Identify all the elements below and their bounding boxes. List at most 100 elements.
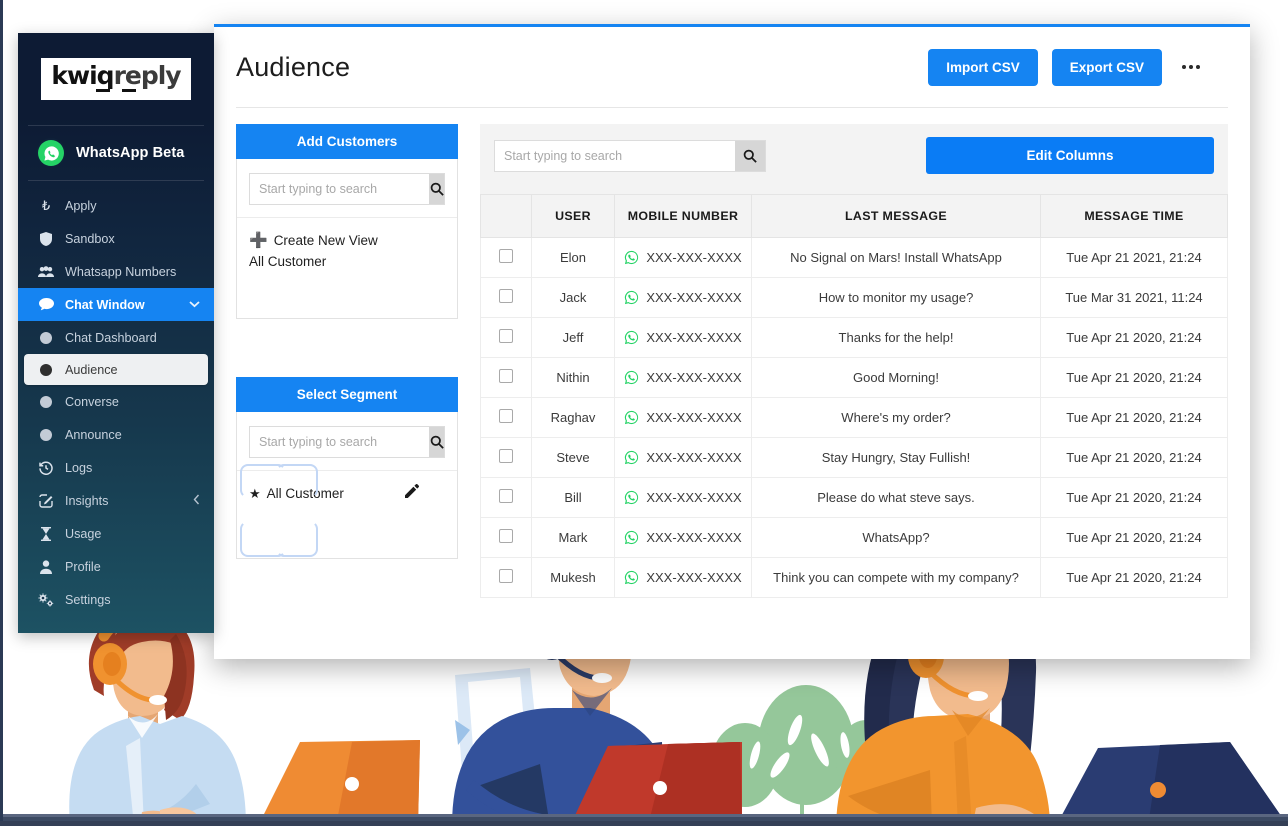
select-segment-search-row	[237, 412, 457, 471]
whatsapp-icon	[624, 370, 639, 385]
sidebar-item-label: Usage	[65, 527, 101, 541]
create-new-view-label: Create New View	[274, 230, 378, 251]
sidebar-nav: ₺ Apply Sandbox Whatsapp Numbers Chat W	[18, 181, 214, 616]
table-header: USER MOBILE NUMBER LAST MESSAGE MESSAGE …	[481, 195, 1228, 238]
loading-placeholder-bottom-right	[276, 521, 318, 557]
search-icon[interactable]	[429, 174, 444, 204]
more-options-icon[interactable]	[1176, 59, 1206, 75]
row-select-cell	[481, 438, 532, 478]
row-select-cell	[481, 558, 532, 598]
column-header-message-time: MESSAGE TIME	[1041, 195, 1228, 238]
select-segment-title[interactable]: Select Segment	[236, 377, 458, 412]
import-csv-button[interactable]: Import CSV	[928, 49, 1038, 86]
row-mobile-text: XXX-XXX-XXXX	[646, 250, 741, 265]
row-user-cell: Steve	[532, 438, 615, 478]
sidebar-item-chat-window[interactable]: Chat Window	[18, 288, 214, 321]
sidebar-item-logs[interactable]: Logs	[18, 451, 214, 484]
row-message-cell: Please do what steve says.	[752, 478, 1041, 518]
search-icon[interactable]	[429, 427, 444, 457]
add-customers-search-input[interactable]	[250, 174, 429, 204]
pencil-icon[interactable]	[405, 483, 419, 504]
sidebar: kwiqreply WhatsApp Beta ₺ Apply Sandbox	[18, 33, 214, 633]
add-customers-search-row	[237, 159, 457, 218]
create-new-view-action[interactable]: ➕ Create New View	[249, 230, 445, 251]
sidebar-item-whatsapp-numbers[interactable]: Whatsapp Numbers	[18, 255, 214, 288]
row-checkbox[interactable]	[499, 569, 513, 583]
row-mobile-text: XXX-XXX-XXXX	[646, 450, 741, 465]
sidebar-item-announce[interactable]: Announce	[18, 418, 214, 451]
sidebar-item-converse[interactable]: Converse	[18, 385, 214, 418]
row-time-cell: Tue Mar 31 2021, 11:24	[1041, 278, 1228, 318]
plus-icon: ➕	[249, 230, 268, 251]
chevron-left-icon[interactable]	[193, 494, 200, 508]
view-item-all-customer[interactable]: All Customer	[249, 251, 445, 272]
row-message-cell: Stay Hungry, Stay Fullish!	[752, 438, 1041, 478]
table-row: JeffXXX-XXX-XXXXThanks for the help!Tue …	[481, 318, 1228, 358]
row-checkbox[interactable]	[499, 489, 513, 503]
table-row: Steve XXX-XXX-XXXX Stay Hungry, Stay Fulli…	[481, 438, 1228, 478]
sidebar-item-audience[interactable]: Audience	[24, 354, 208, 385]
search-icon[interactable]	[735, 141, 765, 171]
row-user-cell: Bill	[532, 478, 615, 518]
row-checkbox[interactable]	[499, 249, 513, 263]
row-checkbox[interactable]	[499, 449, 513, 463]
row-message-cell: How to monitor my usage?	[752, 278, 1041, 318]
table-header-row: USER MOBILE NUMBER LAST MESSAGE MESSAGE …	[481, 195, 1228, 238]
brand-logo: kwiqreply	[18, 33, 214, 125]
row-select-cell	[481, 278, 532, 318]
row-user-cell: Raghav	[532, 398, 615, 438]
hourglass-icon	[38, 527, 54, 541]
sidebar-item-apply[interactable]: ₺ Apply	[18, 189, 214, 222]
row-user-cell: Mark	[532, 518, 615, 558]
audience-table: USER MOBILE NUMBER LAST MESSAGE MESSAGE …	[480, 194, 1228, 598]
row-checkbox[interactable]	[499, 289, 513, 303]
row-checkbox[interactable]	[499, 409, 513, 423]
select-segment-search-input[interactable]	[250, 427, 429, 457]
row-checkbox[interactable]	[499, 369, 513, 383]
row-message-cell: Think you can compete with my company?	[752, 558, 1041, 598]
row-select-cell	[481, 358, 532, 398]
currency-icon: ₺	[38, 198, 54, 214]
sidebar-item-label: Converse	[65, 395, 119, 409]
sidebar-item-usage[interactable]: Usage	[18, 517, 214, 550]
row-time-cell: Tue Apr 21 2020, 21:24	[1041, 518, 1228, 558]
dot-icon	[38, 396, 54, 408]
sidebar-item-settings[interactable]: Settings	[18, 583, 214, 616]
row-message-cell: Good Morning!	[752, 358, 1041, 398]
loading-placeholder-top-right	[276, 464, 318, 498]
whatsapp-icon	[624, 450, 639, 465]
whatsapp-icon	[624, 290, 639, 305]
edit-columns-button[interactable]: Edit Columns	[926, 137, 1214, 174]
table-row: MarkXXX-XXX-XXXXWhatsApp?Tue Apr 21 2020…	[481, 518, 1228, 558]
export-csv-button[interactable]: Export CSV	[1052, 49, 1162, 86]
row-checkbox[interactable]	[499, 329, 513, 343]
sidebar-item-insights[interactable]: Insights	[18, 484, 214, 517]
row-mobile-cell: XXX-XXX-XXXX	[615, 238, 752, 278]
user-icon	[38, 560, 54, 574]
select-segment-panel: Select Segment	[236, 377, 458, 559]
sidebar-item-label: Audience	[65, 363, 118, 377]
workspace-selector[interactable]: WhatsApp Beta	[18, 126, 214, 180]
row-mobile-cell: XXX-XXX-XXXX	[615, 398, 752, 438]
row-checkbox[interactable]	[499, 529, 513, 543]
table-row: ElonXXX-XXX-XXXXNo Signal on Mars! Insta…	[481, 238, 1228, 278]
history-icon	[38, 461, 54, 475]
dot-icon	[38, 364, 54, 376]
row-mobile-text: XXX-XXX-XXXX	[646, 410, 741, 425]
group-icon	[38, 266, 54, 278]
table-row: RaghavXXX-XXX-XXXXWhere's my order?Tue A…	[481, 398, 1228, 438]
whatsapp-icon	[624, 410, 639, 425]
sidebar-item-profile[interactable]: Profile	[18, 550, 214, 583]
chevron-down-icon[interactable]	[189, 299, 200, 311]
row-mobile-text: XXX-XXX-XXXX	[646, 570, 741, 585]
row-user-cell: Elon	[532, 238, 615, 278]
table-search-input[interactable]	[495, 141, 735, 171]
whatsapp-icon	[624, 530, 639, 545]
row-mobile-cell: XXX-XXX-XXXX	[615, 278, 752, 318]
add-customers-title[interactable]: Add Customers	[236, 124, 458, 159]
row-select-cell	[481, 478, 532, 518]
sidebar-item-sandbox[interactable]: Sandbox	[18, 222, 214, 255]
sidebar-item-label: Whatsapp Numbers	[65, 265, 176, 279]
table-body: ElonXXX-XXX-XXXXNo Signal on Mars! Insta…	[481, 238, 1228, 598]
sidebar-item-chat-dashboard[interactable]: Chat Dashboard	[18, 321, 214, 354]
